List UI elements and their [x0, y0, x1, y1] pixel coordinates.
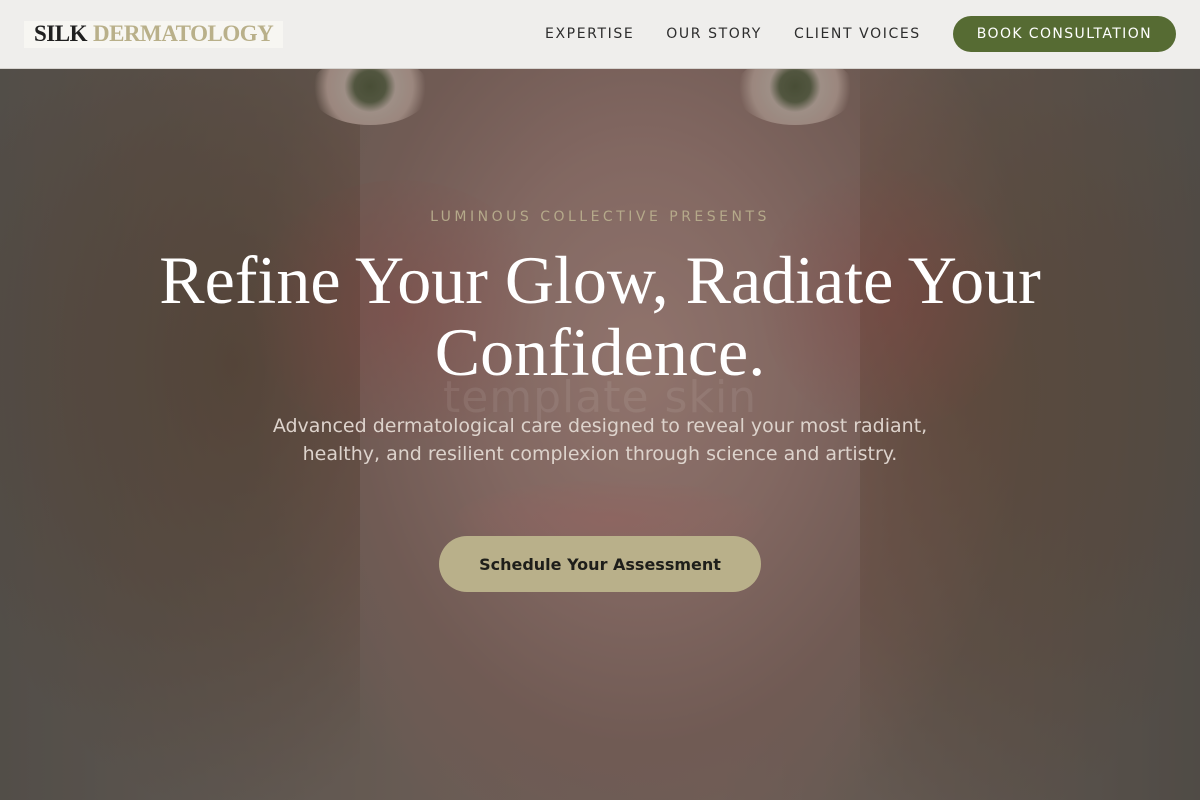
- hero-headline: Refine Your Glow, Radiate Your Confidenc…: [159, 242, 1041, 390]
- schedule-assessment-button[interactable]: Schedule Your Assessment: [439, 536, 761, 592]
- hero-eyebrow: LUMINOUS COLLECTIVE PRESENTS: [430, 209, 770, 225]
- hero-content: LUMINOUS COLLECTIVE PRESENTS Refine Your…: [0, 0, 1200, 800]
- hero-subtext: Advanced dermatological care designed to…: [272, 415, 928, 465]
